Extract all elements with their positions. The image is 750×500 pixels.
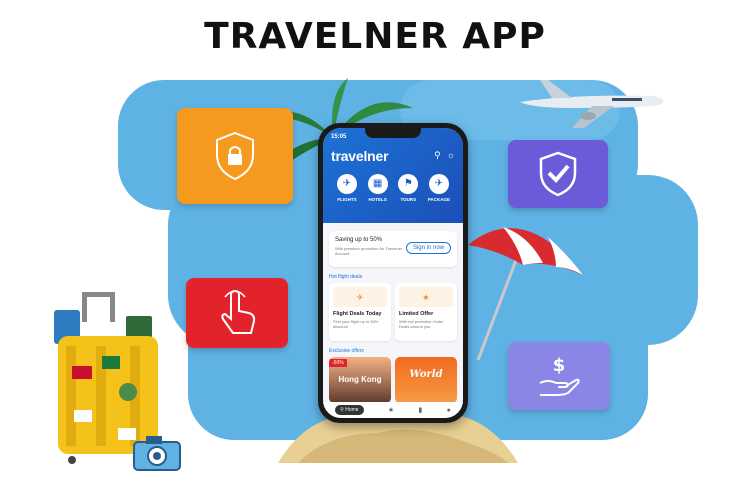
promo-subtitle: With premium promotion for Travelner Acc… [335, 246, 403, 257]
offer-card[interactable]: -50% Hong Kong [329, 357, 391, 403]
security-card[interactable] [177, 108, 293, 204]
deal-title: Limited Offer [399, 311, 434, 317]
app-header: 15:05 travelner ⚲ ☼ ✈ FLIGHTS ▦ HOTELS ⚑… [323, 128, 463, 223]
verified-card[interactable] [508, 140, 608, 208]
tap-card[interactable] [186, 278, 288, 348]
deal-subtitle: With hot promotion Hotel Deals around yo… [399, 319, 444, 330]
nav-label: HOTELS [368, 197, 387, 202]
plane-icon: ✈ [337, 174, 357, 194]
sign-in-button[interactable]: Sign in now [405, 242, 451, 254]
shield-check-icon [539, 151, 577, 197]
deal-image: ★ [399, 287, 453, 307]
app-screen: 15:05 travelner ⚲ ☼ ✈ FLIGHTS ▦ HOTELS ⚑… [323, 128, 463, 418]
building-icon: ▦ [367, 174, 388, 194]
offers-title: Exclusive offers [329, 348, 364, 354]
home-tab[interactable]: ⚲ Home [335, 405, 364, 415]
airplane-illustration [520, 80, 664, 128]
nav-label: TOURS [400, 197, 417, 202]
tour-icon: ⚑ [398, 174, 419, 194]
hand-tap-icon [221, 289, 256, 334]
chat-icon[interactable]: ☼ [447, 150, 455, 161]
deal-card[interactable]: ✈ Flight Deals Today Find your flight up… [329, 283, 391, 341]
nav-package[interactable]: ✈ PACKAGE [425, 174, 453, 202]
deals-list: ✈ Flight Deals Today Find your flight up… [329, 283, 457, 341]
hand-dollar-icon: $ [539, 355, 580, 396]
offer-card[interactable]: World [395, 357, 457, 403]
phone-notch [365, 128, 421, 138]
nav-label: FLIGHTS [337, 197, 357, 202]
bottom-nav: ⚲ Home ★ ▮ ● [323, 402, 463, 418]
plane-package-icon: ✈ [428, 174, 449, 194]
deal-title: Flight Deals Today [333, 311, 382, 317]
offer-title: World [409, 369, 443, 380]
discount-badge: -50% [329, 359, 347, 367]
deal-image: ✈ [333, 287, 387, 307]
nav-tours[interactable]: ⚑ TOURS [394, 174, 422, 202]
home-label: Home [345, 407, 359, 413]
promo-card: Saving up to 50% With premium promotion … [329, 231, 457, 267]
search-icon[interactable]: ⚲ [434, 150, 441, 161]
offer-title: Hong Kong [338, 375, 382, 384]
offers-list: -50% Hong Kong World [329, 357, 457, 403]
camera-illustration [133, 436, 181, 471]
headline: TRAVELNER APP [204, 16, 546, 57]
nav-flights[interactable]: ✈ FLIGHTS [333, 174, 361, 202]
nav-label: PACKAGE [427, 197, 451, 202]
category-nav: ✈ FLIGHTS ▦ HOTELS ⚑ TOURS ✈ PACKAGE [331, 174, 455, 202]
bookmark-icon[interactable]: ▮ [418, 406, 422, 414]
user-icon[interactable]: ● [447, 407, 451, 414]
deal-card[interactable]: ★ Limited Offer With hot promotion Hotel… [395, 283, 457, 341]
nav-hotels[interactable]: ▦ HOTELS [364, 174, 392, 202]
shield-lock-icon [216, 131, 254, 181]
deal-subtitle: Find your flight up to 50% discount [333, 319, 379, 330]
phone-mockup: 15:05 travelner ⚲ ☼ ✈ FLIGHTS ▦ HOTELS ⚑… [318, 123, 468, 423]
svg-text:$: $ [553, 355, 566, 376]
hot-deals-title: Hot flight deals [329, 274, 363, 280]
star-icon[interactable]: ★ [388, 406, 394, 414]
